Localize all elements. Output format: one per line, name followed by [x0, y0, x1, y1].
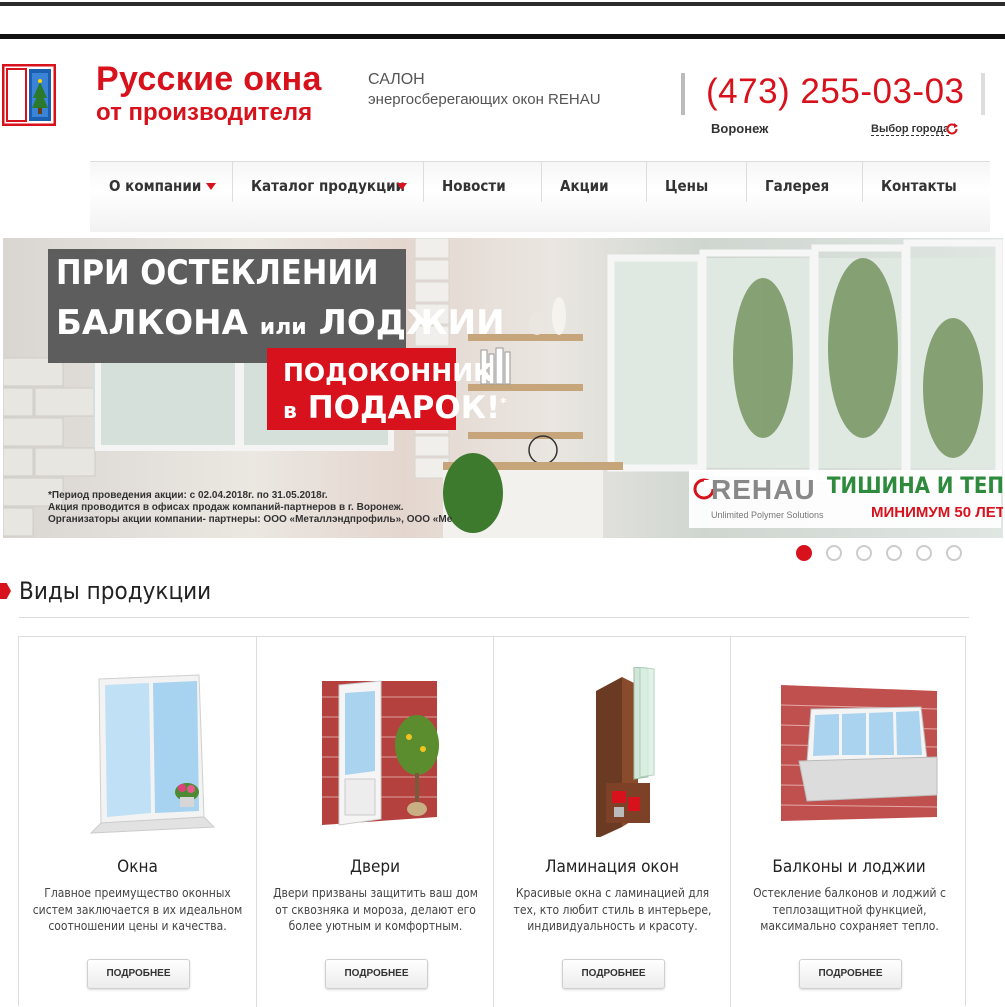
- product-card[interactable]: Балконы и лоджии Остекление балконов и л…: [730, 637, 967, 1007]
- main-nav: О компании Каталог продукции Новости Акц…: [90, 161, 990, 232]
- refresh-icon[interactable]: [945, 122, 959, 136]
- banner-headline: ПРИ ОСТЕКЛЕНИИ БАЛКОНА или ЛОДЖИИ: [48, 249, 505, 363]
- more-button[interactable]: ПОДРОБНЕЕ: [799, 959, 902, 989]
- door-product-image: [322, 680, 439, 826]
- slider-dot[interactable]: [796, 545, 812, 561]
- promo-line2: в ПОДАРОК!*: [283, 390, 507, 426]
- more-button[interactable]: ПОДРОБНЕЕ: [87, 959, 190, 989]
- nav-item-gallery[interactable]: Галерея: [765, 162, 829, 210]
- more-button[interactable]: ПОДРОБНЕЕ: [562, 959, 665, 989]
- more-button[interactable]: ПОДРОБНЕЕ: [325, 959, 428, 989]
- brand-title[interactable]: Русские окна: [96, 60, 322, 99]
- nav-item-prices[interactable]: Цены: [665, 162, 708, 210]
- section-title: Виды продукции: [19, 577, 212, 605]
- section-marker-icon: [0, 583, 11, 599]
- salon-label: САЛОН: [368, 71, 425, 88]
- product-title[interactable]: Ламинация окон: [494, 857, 730, 877]
- nav-item-promos[interactable]: Акции: [560, 162, 609, 210]
- browser-top-strip: [0, 0, 1005, 39]
- nav-separator: [423, 162, 424, 202]
- rehau-guarantee: МИНИМУМ 50 ЛЕТ: [871, 504, 1003, 521]
- product-description: Красивые окна с ламинацией для тех, кто …: [513, 886, 712, 933]
- headline-line2: БАЛКОНА или ЛОДЖИИ: [56, 303, 505, 343]
- nav-separator: [541, 162, 542, 202]
- salon-description: энергосберегающих окон REHAU: [368, 91, 601, 108]
- nav-separator: [862, 162, 863, 202]
- slider-dot[interactable]: [826, 545, 842, 561]
- window-product-image: [89, 674, 216, 834]
- product-card[interactable]: Окна Главное преимущество оконных систем…: [19, 637, 256, 1007]
- top-divider: [0, 34, 1005, 39]
- brand-subtitle[interactable]: от производителя: [96, 99, 312, 127]
- rehau-badge: REHAU Unlimited Polymer Solutions ТИШИНА…: [689, 470, 1003, 528]
- lamination-product-image: [596, 667, 655, 837]
- product-card[interactable]: Двери Двери призваны защитить ваш дом от…: [256, 637, 493, 1007]
- header-divider: [681, 73, 685, 115]
- current-city: Воронеж: [711, 121, 769, 136]
- product-description: Остекление балконов и лоджий с теплозащи…: [753, 886, 946, 933]
- slider-dot[interactable]: [916, 545, 932, 561]
- phone-number[interactable]: (473) 255-03-03: [706, 72, 965, 112]
- product-grid: Окна Главное преимущество оконных систем…: [18, 636, 967, 1007]
- rehau-logo-text: REHAU: [711, 474, 816, 505]
- banner-promo: ПОДОКОННИК в ПОДАРОК!*: [267, 348, 506, 430]
- promo-footnote: *Период проведения акции: с 02.04.2018г.…: [48, 490, 453, 525]
- nav-item-news[interactable]: Новости: [442, 162, 506, 210]
- window-logo-icon[interactable]: [2, 64, 56, 126]
- headline-line1: ПРИ ОСТЕКЛЕНИИ: [56, 253, 379, 293]
- top-line: [0, 2, 1005, 6]
- slider-dot[interactable]: [856, 545, 872, 561]
- nav-item-about[interactable]: О компании: [109, 162, 201, 210]
- product-description: Главное преимущество оконных систем закл…: [32, 886, 243, 933]
- city-select-link[interactable]: Выбор города: [871, 123, 950, 136]
- product-title[interactable]: Балконы и лоджии: [731, 857, 967, 877]
- product-title[interactable]: Окна: [19, 857, 256, 877]
- nav-item-contacts[interactable]: Контакты: [881, 162, 957, 210]
- chevron-down-icon[interactable]: [397, 183, 407, 190]
- nav-separator: [232, 162, 233, 202]
- header-divider-right: [981, 73, 985, 115]
- balcony-product-image: [780, 685, 938, 821]
- slider-dot[interactable]: [946, 545, 962, 561]
- nav-item-catalog[interactable]: Каталог продукции: [251, 162, 405, 210]
- nav-separator: [646, 162, 647, 202]
- slider-dot[interactable]: [886, 545, 902, 561]
- promo-banner[interactable]: ПРИ ОСТЕКЛЕНИИ БАЛКОНА или ЛОДЖИИ ПОДОКО…: [3, 238, 1003, 538]
- product-card[interactable]: Ламинация окон Красивые окна с ламинацие…: [493, 637, 730, 1007]
- product-description: Двери призваны защитить ваш дом от сквоз…: [273, 886, 478, 933]
- chevron-down-icon[interactable]: [206, 183, 216, 190]
- product-title[interactable]: Двери: [257, 857, 493, 877]
- rehau-tagline: ТИШИНА И ТЕПЛО: [827, 474, 1003, 499]
- rehau-slogan: Unlimited Polymer Solutions: [711, 510, 824, 520]
- nav-separator: [746, 162, 747, 202]
- promo-line1: ПОДОКОННИК: [283, 358, 494, 387]
- section-divider: [19, 617, 969, 618]
